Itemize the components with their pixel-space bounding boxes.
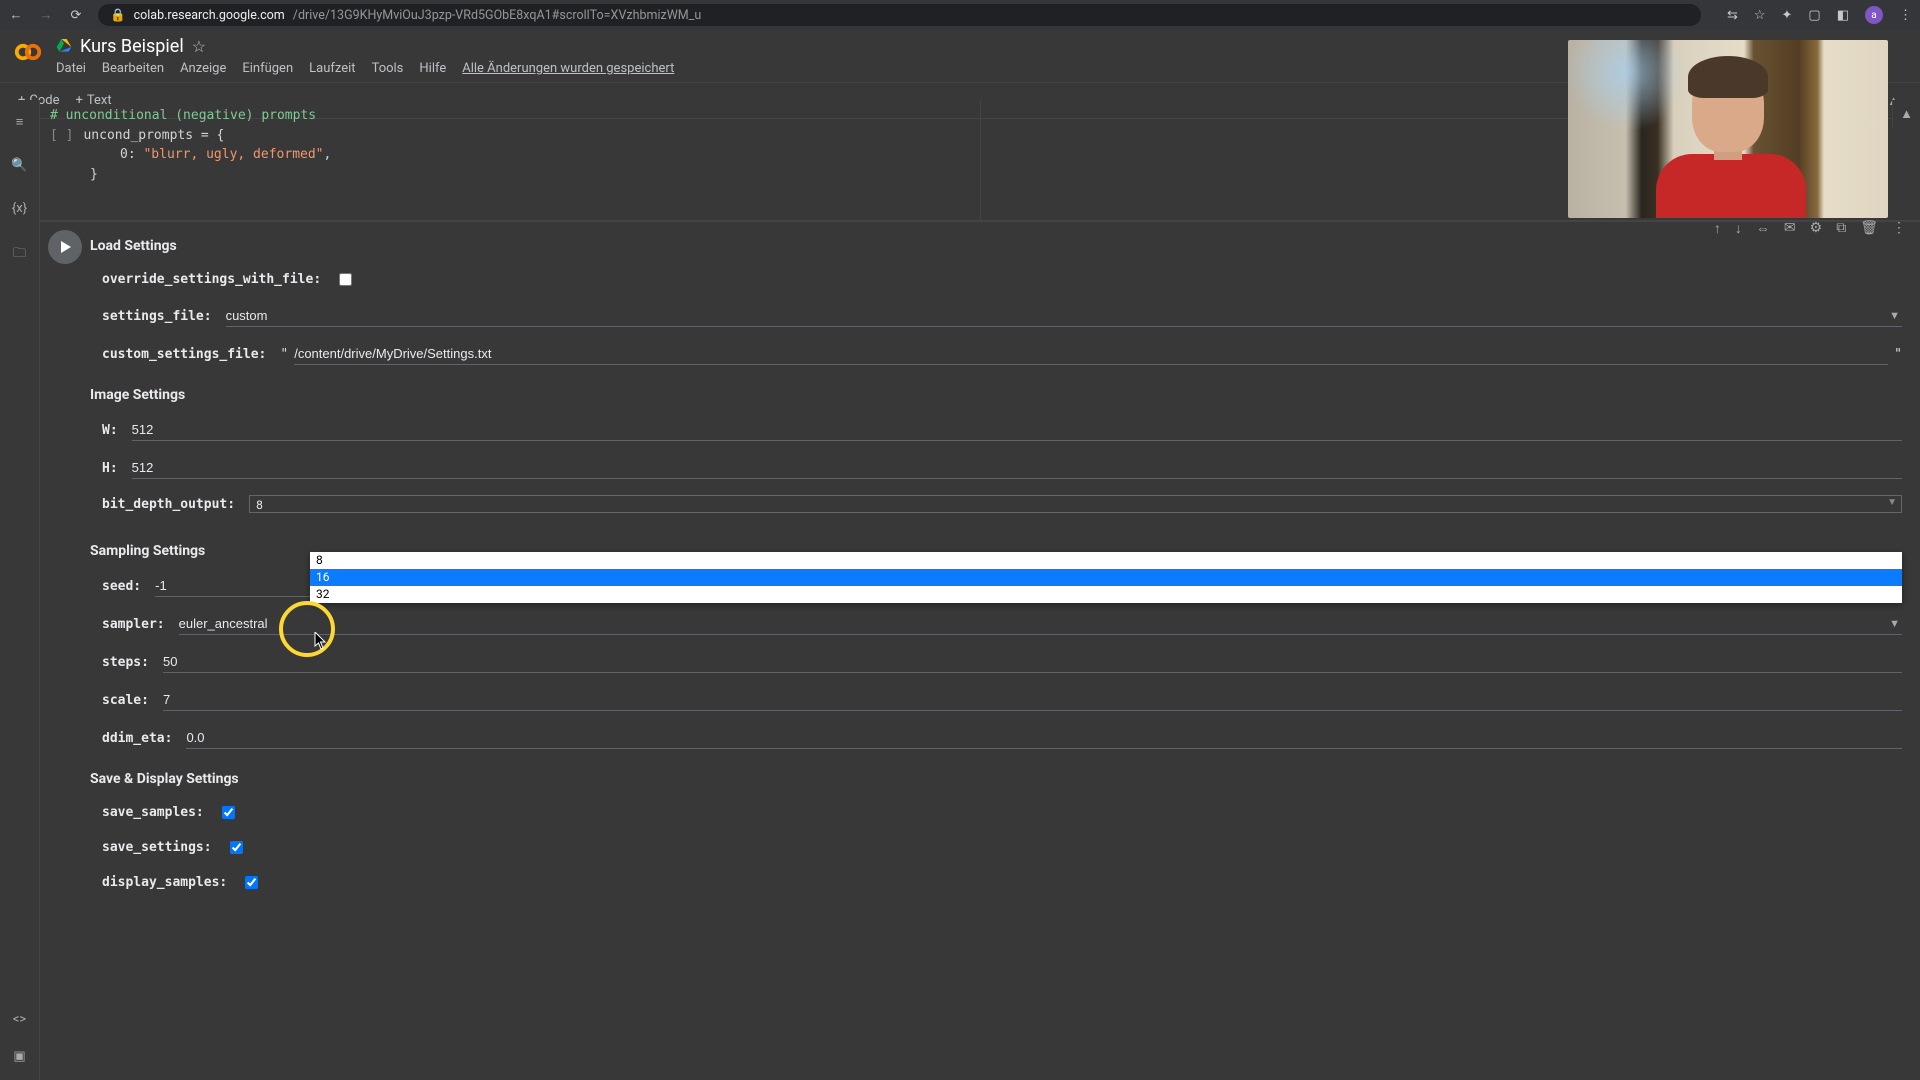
drive-icon <box>56 37 72 57</box>
menu-anzeige[interactable]: Anzeige <box>180 61 226 76</box>
ddim-eta-input[interactable] <box>186 727 1902 749</box>
menu-hilfe[interactable]: Hilfe <box>419 61 446 76</box>
label-seed: seed: <box>102 579 141 594</box>
url-path: /drive/13G9KHyMviOuJ3pzp-VRd5GObE8xqA1#s… <box>293 8 701 23</box>
colab-logo-icon[interactable] <box>10 34 46 70</box>
extensions-icon[interactable]: ✦ <box>1782 8 1793 23</box>
label-bit-depth: bit_depth_output: <box>102 497 235 512</box>
link-icon[interactable]: ⇔ <box>1756 220 1770 237</box>
label-settings-file: settings_file: <box>102 309 212 324</box>
height-input[interactable] <box>132 457 1902 479</box>
lock-icon: 🔒 <box>110 8 126 23</box>
bookmark-icon[interactable]: ☆ <box>1754 8 1766 23</box>
star-icon[interactable]: ☆ <box>192 37 206 56</box>
bit-depth-dropdown[interactable]: 8 16 32 <box>310 552 1902 603</box>
terminal-icon[interactable]: ▣ <box>13 1049 25 1064</box>
label-scale: scale: <box>102 693 149 708</box>
chrome-menu-icon[interactable]: ⋮ <box>1899 8 1912 23</box>
width-input[interactable] <box>132 419 1902 441</box>
move-up-icon[interactable]: ↑ <box>1714 220 1721 237</box>
sidepanel-icon[interactable]: ◧ <box>1837 8 1849 23</box>
delete-icon[interactable]: 🗑 <box>1860 220 1878 237</box>
save-status[interactable]: Alle Änderungen wurden gespeichert <box>462 61 674 76</box>
menu-laufzeit[interactable]: Laufzeit <box>309 61 355 76</box>
sampler-select[interactable] <box>179 613 1902 635</box>
steps-input[interactable] <box>163 651 1902 673</box>
cell-toolbar: ↑ ↓ ⇔ ✉ ⚙ ⧉ 🗑 ⋮ <box>1714 220 1906 237</box>
files-icon[interactable]: 🗀 <box>13 244 26 266</box>
label-w: W: <box>102 423 118 438</box>
label-custom-file: custom_settings_file: <box>102 347 266 362</box>
doc-title[interactable]: Kurs Beispiel <box>80 36 184 57</box>
menu-datei[interactable]: Datei <box>56 61 86 76</box>
bit-depth-option-16[interactable]: 16 <box>310 569 1902 586</box>
label-ddim-eta: ddim_eta: <box>102 731 172 746</box>
reload-icon[interactable]: ⟳ <box>68 8 84 23</box>
menu-einfuegen[interactable]: Einfügen <box>242 61 293 76</box>
section-image-settings: Image Settings <box>90 387 1902 403</box>
save-settings-checkbox[interactable] <box>230 841 243 854</box>
label-save-settings: save_settings: <box>102 840 212 855</box>
address-bar[interactable]: 🔒 colab.research.google.com /drive/13G9K… <box>98 4 1701 26</box>
scale-input[interactable] <box>163 689 1902 711</box>
toc-icon[interactable]: ≡ <box>16 114 24 130</box>
command-palette-icon[interactable]: <> <box>13 1012 26 1027</box>
section-load-settings: Load Settings <box>90 238 1902 254</box>
forward-icon[interactable]: → <box>38 7 54 23</box>
browser-chrome: ← → ⟳ 🔒 colab.research.google.com /drive… <box>0 0 1920 30</box>
bit-depth-option-32[interactable]: 32 <box>310 586 1902 603</box>
label-save-samples: save_samples: <box>102 805 204 820</box>
translate-icon[interactable]: ⇆ <box>1727 8 1738 23</box>
bit-depth-select[interactable]: 8 ▼ <box>249 495 1902 513</box>
label-sampler: sampler: <box>102 617 165 632</box>
display-samples-checkbox[interactable] <box>245 876 258 889</box>
comment-icon[interactable]: ✉ <box>1784 220 1796 237</box>
back-icon[interactable]: ← <box>8 7 24 23</box>
mirror-icon[interactable]: ⧉ <box>1836 220 1846 237</box>
variables-icon[interactable]: {x} <box>12 201 27 216</box>
search-icon[interactable]: 🔍 <box>11 158 27 173</box>
label-h: H: <box>102 461 118 476</box>
more-icon[interactable]: ⋮ <box>1892 220 1906 237</box>
settings-file-select[interactable] <box>226 305 1902 327</box>
label-override: override_settings_with_file: <box>102 272 321 287</box>
panel-icon[interactable]: ▢ <box>1808 8 1820 23</box>
menu-bearbeiten[interactable]: Bearbeiten <box>102 61 164 76</box>
bit-depth-option-8[interactable]: 8 <box>310 552 1902 569</box>
gear-icon[interactable]: ⚙ <box>1810 220 1823 237</box>
run-cell-button[interactable] <box>48 230 82 264</box>
section-save-display: Save & Display Settings <box>90 771 1902 787</box>
save-samples-checkbox[interactable] <box>222 806 235 819</box>
menu-tools[interactable]: Tools <box>372 61 404 76</box>
url-host: colab.research.google.com <box>134 8 285 23</box>
label-steps: steps: <box>102 655 149 670</box>
custom-file-input[interactable] <box>294 343 1888 365</box>
webcam-overlay <box>1568 40 1888 218</box>
cell-indicator: [ ] <box>50 128 73 143</box>
left-rail: ≡ 🔍 {x} 🗀 <> ▣ <box>0 100 40 1080</box>
profile-avatar[interactable]: a <box>1865 6 1883 24</box>
override-checkbox[interactable] <box>339 273 352 286</box>
label-display-samples: display_samples: <box>102 875 227 890</box>
move-down-icon[interactable]: ↓ <box>1735 220 1742 237</box>
form-cell: ↑ ↓ ⇔ ✉ ⚙ ⧉ 🗑 ⋮ Load Settings override_s… <box>40 221 1920 938</box>
